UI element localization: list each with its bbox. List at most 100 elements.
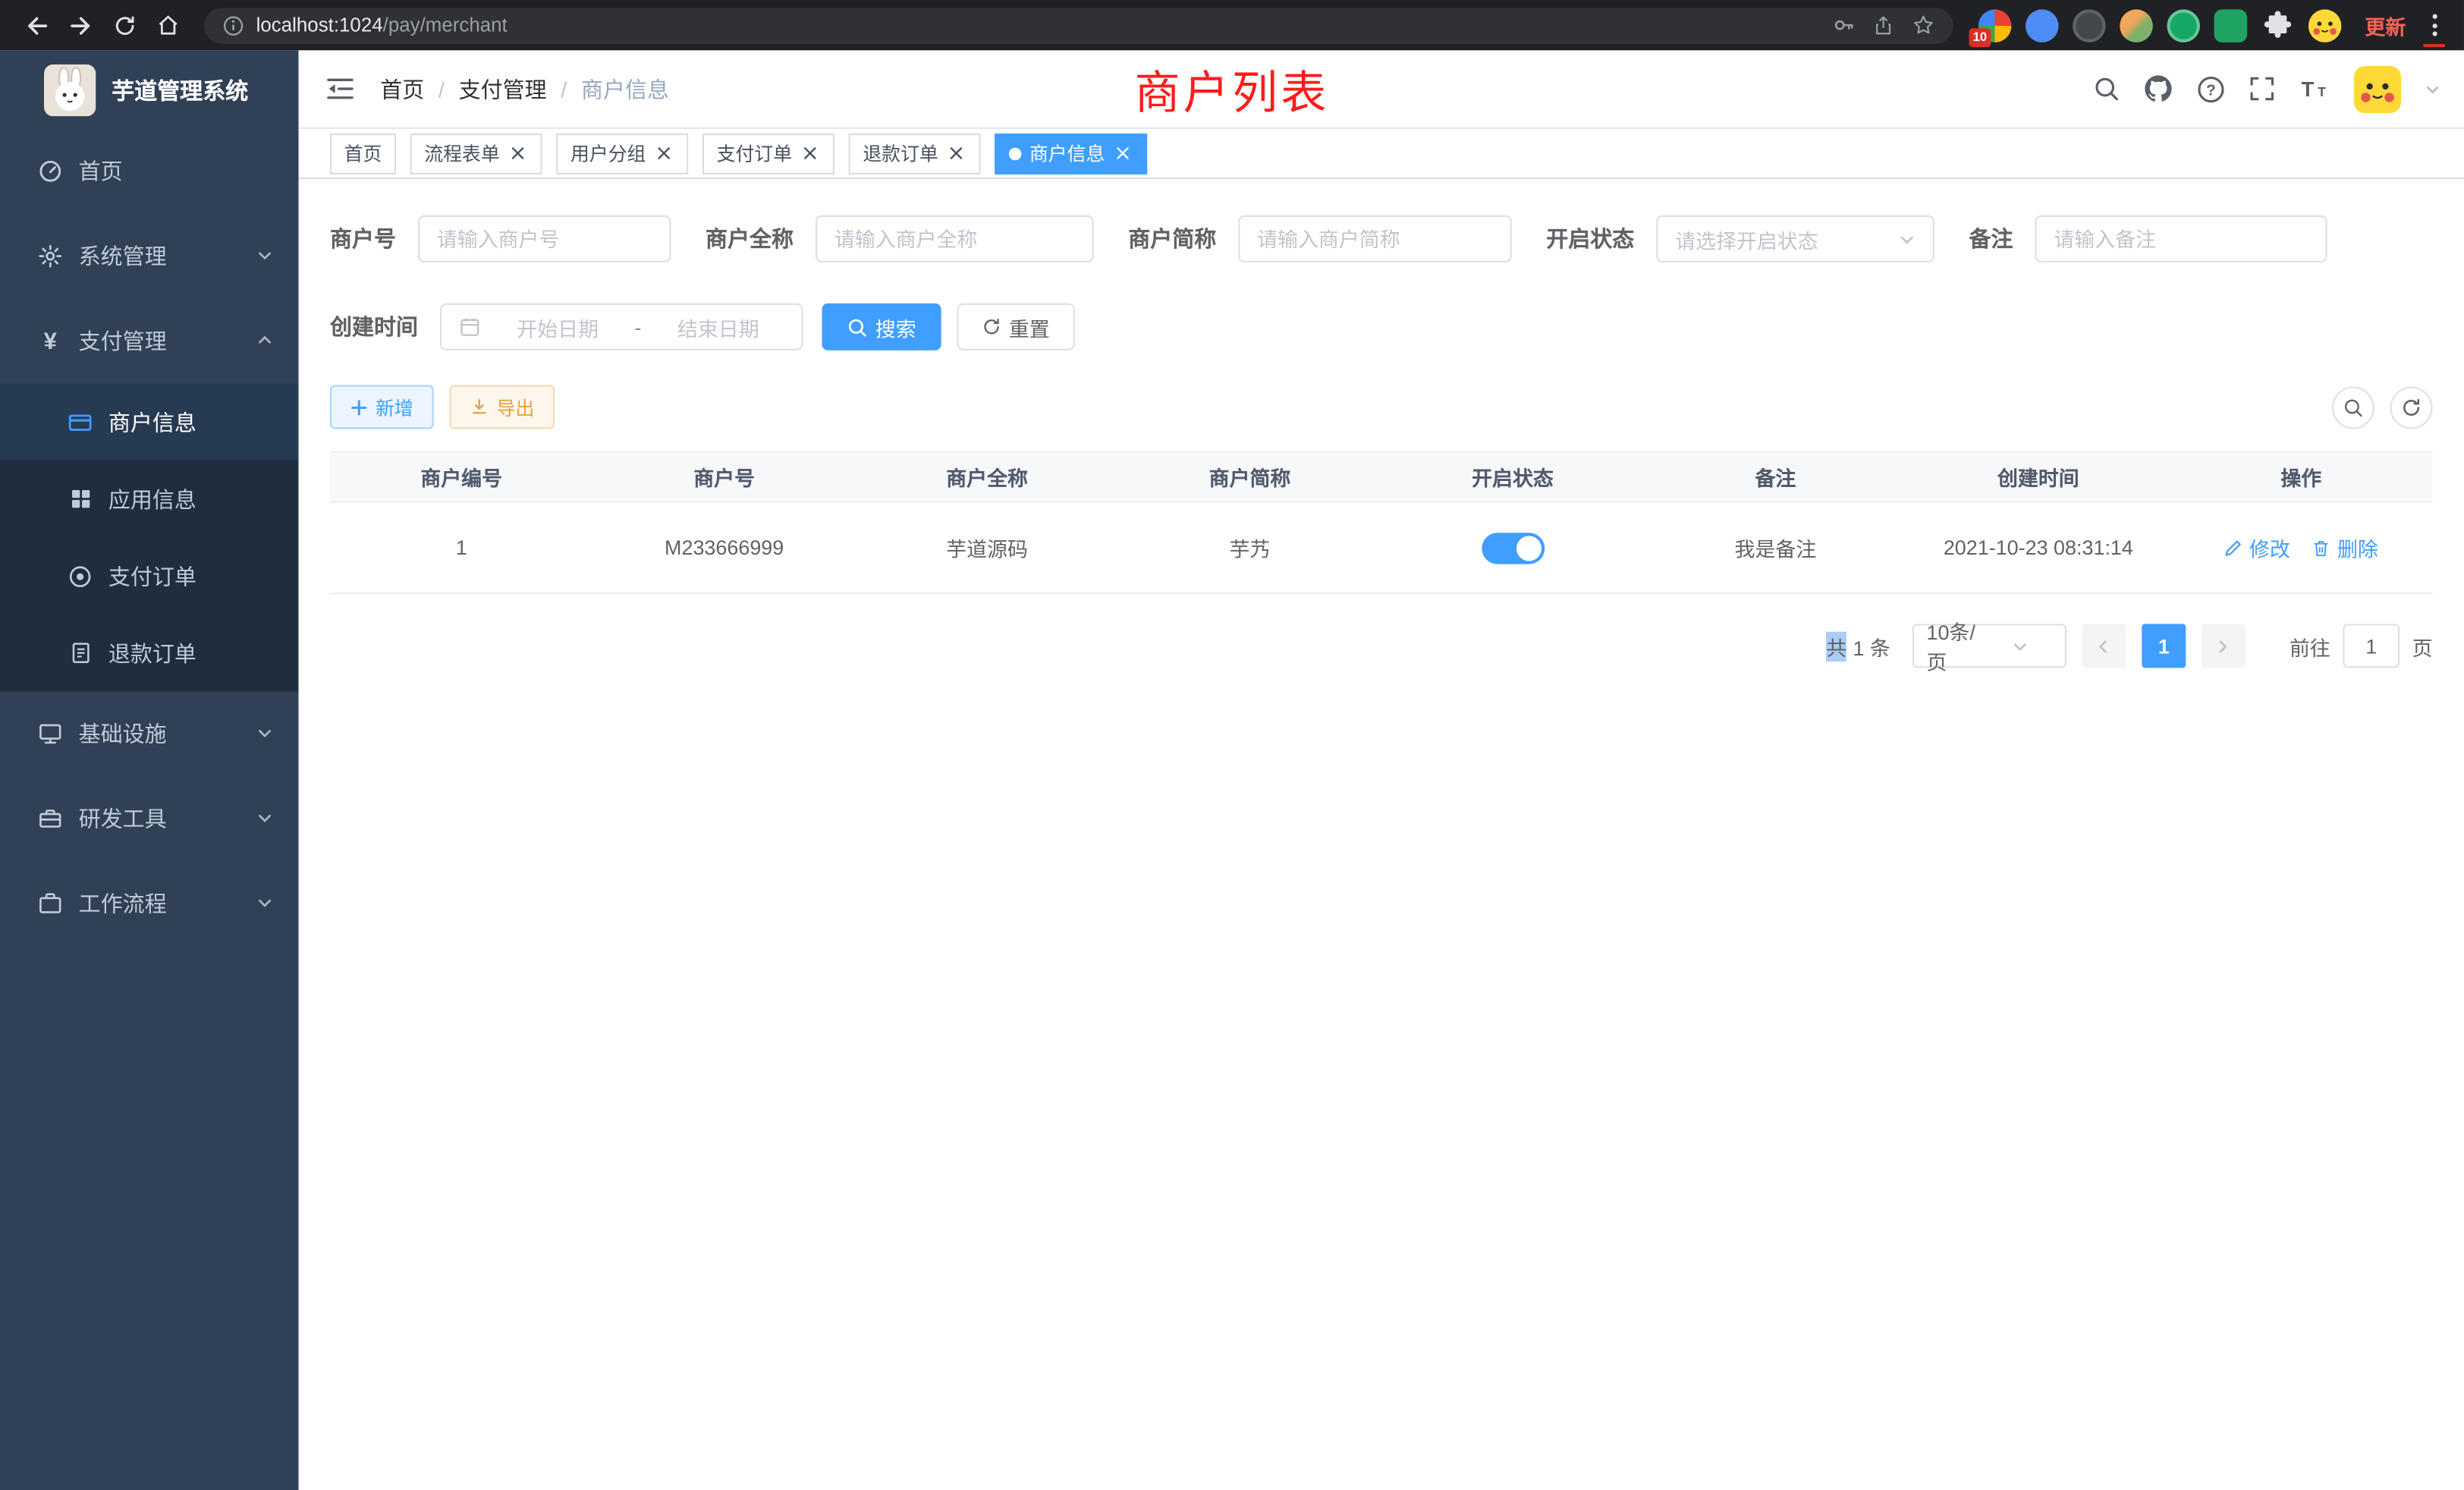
active-tab-dot xyxy=(1009,147,1022,160)
sidebar-item-label: 研发工具 xyxy=(79,803,167,834)
site-info-icon[interactable] xyxy=(223,15,244,36)
sidebar-item-refund-order[interactable]: 退款订单 xyxy=(0,615,299,691)
browser-menu-icon[interactable] xyxy=(2420,5,2448,46)
merchant-short-input[interactable] xyxy=(1238,215,1511,262)
sidebar-item-dev-tools[interactable]: 研发工具 xyxy=(0,776,299,861)
sidebar-item-workflow[interactable]: 工作流程 xyxy=(0,861,299,946)
merchant-short-input-field[interactable] xyxy=(1257,227,1493,250)
tab-label: 首页 xyxy=(344,140,382,166)
merchant-name-input[interactable] xyxy=(816,215,1094,262)
status-toggle-on[interactable] xyxy=(1482,532,1545,563)
start-date-placeholder[interactable]: 开始日期 xyxy=(492,312,624,341)
extension-colorful-icon[interactable]: 10 xyxy=(1978,8,2011,41)
sidebar-item-home[interactable]: 首页 xyxy=(0,129,299,214)
bookmark-star-icon[interactable] xyxy=(1912,14,1934,36)
menu-fold-icon[interactable] xyxy=(311,61,368,118)
back-icon[interactable] xyxy=(16,5,57,46)
extension-dark-icon[interactable] xyxy=(2073,8,2105,41)
merchant-no-input[interactable] xyxy=(418,215,671,262)
delete-link[interactable]: 删除 xyxy=(2312,533,2378,562)
password-key-icon[interactable] xyxy=(1832,14,1854,36)
tab-user-group[interactable]: 用户分组 xyxy=(556,133,688,174)
merchant-no-input-field[interactable] xyxy=(437,227,652,250)
sidebar-item-label: 应用信息 xyxy=(108,483,196,514)
remark-input[interactable] xyxy=(2035,215,2327,262)
close-icon[interactable] xyxy=(508,143,528,163)
chevron-down-icon xyxy=(1989,637,2052,655)
prev-page-button[interactable] xyxy=(2082,624,2126,668)
next-page-button[interactable] xyxy=(2202,624,2246,668)
form-item-merchant-no: 商户号 xyxy=(330,215,671,262)
home-icon[interactable] xyxy=(148,5,189,46)
fullscreen-icon[interactable] xyxy=(2249,75,2275,102)
toggle-search-button[interactable] xyxy=(2332,386,2374,429)
pagination-total: 共 1 条 xyxy=(1826,631,1890,661)
breadcrumb-item[interactable]: 支付管理 xyxy=(459,73,547,104)
forward-icon[interactable] xyxy=(60,5,101,46)
sidebar-item-merchant-info[interactable]: 商户信息 xyxy=(0,383,299,460)
plus-icon xyxy=(350,398,368,416)
search-icon[interactable] xyxy=(2093,75,2120,102)
extension-green-circle-icon[interactable] xyxy=(2167,8,2199,41)
extension-avatar-icon[interactable] xyxy=(2120,8,2152,41)
search-button[interactable]: 搜索 xyxy=(822,303,941,350)
reset-button[interactable]: 重置 xyxy=(957,303,1075,350)
browser-toolbar: localhost:1024/pay/merchant 10 xyxy=(0,0,2464,50)
tab-refund-order[interactable]: 退款订单 xyxy=(849,133,981,174)
form-item-create-time: 创建时间 开始日期 - 结束日期 xyxy=(330,303,803,350)
sidebar-item-label: 退款订单 xyxy=(108,637,196,668)
screen: localhost:1024/pay/merchant 10 xyxy=(0,0,2464,1490)
briefcase-icon xyxy=(31,891,69,916)
navbar-actions: ? TT xyxy=(2093,65,2440,112)
end-date-placeholder[interactable]: 结束日期 xyxy=(652,312,784,341)
export-button[interactable]: 导出 xyxy=(449,385,555,429)
user-avatar[interactable] xyxy=(2354,65,2401,112)
sidebar-item-label: 支付订单 xyxy=(108,560,196,591)
main-panel: 首页 / 支付管理 / 商户信息 ? xyxy=(299,50,2464,1490)
extension-green-square-icon[interactable] xyxy=(2214,8,2247,41)
puzzle-icon[interactable] xyxy=(2261,8,2294,41)
add-button[interactable]: 新增 xyxy=(330,385,434,429)
page-number-button[interactable]: 1 xyxy=(2142,624,2186,668)
merchant-name-input-field[interactable] xyxy=(834,227,1075,250)
close-icon[interactable] xyxy=(800,143,820,163)
edit-link[interactable]: 修改 xyxy=(2224,533,2290,562)
refresh-table-button[interactable] xyxy=(2390,386,2433,429)
browser-update-button[interactable]: 更新 xyxy=(2365,10,2406,39)
sidebar-logo[interactable]: 芋道管理系统 xyxy=(0,50,299,129)
close-icon[interactable] xyxy=(946,143,966,163)
profile-avatar[interactable] xyxy=(2308,8,2341,41)
chevron-down-icon xyxy=(256,721,274,747)
sidebar-item-app-info[interactable]: 应用信息 xyxy=(0,461,299,537)
calendar-icon xyxy=(459,316,481,338)
page-unit-label: 页 xyxy=(2412,631,2433,661)
share-icon[interactable] xyxy=(1873,15,1894,36)
close-icon[interactable] xyxy=(654,143,674,163)
tab-pay-order[interactable]: 支付订单 xyxy=(702,133,834,174)
tab-home[interactable]: 首页 xyxy=(330,133,396,174)
url-text[interactable]: localhost:1024/pay/merchant xyxy=(256,14,508,36)
help-icon[interactable]: ? xyxy=(2197,74,2225,102)
breadcrumb-item[interactable]: 首页 xyxy=(380,73,424,104)
url-bar[interactable]: localhost:1024/pay/merchant xyxy=(204,7,1953,43)
sidebar-item-pay-order[interactable]: 支付订单 xyxy=(0,537,299,614)
column-header: 操作 xyxy=(2170,453,2432,501)
github-icon[interactable] xyxy=(2143,74,2173,103)
font-size-icon[interactable]: TT xyxy=(2299,75,2330,102)
field-label: 创建时间 xyxy=(330,311,418,342)
status-select[interactable]: 请选择开启状态 xyxy=(1656,215,1934,262)
tab-label: 支付订单 xyxy=(717,140,792,166)
goto-page-input[interactable] xyxy=(2343,624,2400,668)
sidebar-item-infrastructure[interactable]: 基础设施 xyxy=(0,691,299,776)
avatar-caret-icon[interactable] xyxy=(2425,81,2440,97)
remark-input-field[interactable] xyxy=(2054,227,2308,250)
tab-merchant-info-active[interactable]: 商户信息 xyxy=(995,133,1147,174)
reload-icon[interactable] xyxy=(104,5,145,46)
page-size-select[interactable]: 10条/页 xyxy=(1912,624,2066,668)
tab-process-form[interactable]: 流程表单 xyxy=(410,133,542,174)
date-range-picker[interactable]: 开始日期 - 结束日期 xyxy=(440,303,803,350)
sidebar-item-system[interactable]: 系统管理 xyxy=(0,214,299,299)
close-icon[interactable] xyxy=(1113,143,1133,163)
sidebar-item-payment[interactable]: ¥ 支付管理 xyxy=(0,299,299,384)
extension-blue-icon[interactable] xyxy=(2026,8,2058,41)
